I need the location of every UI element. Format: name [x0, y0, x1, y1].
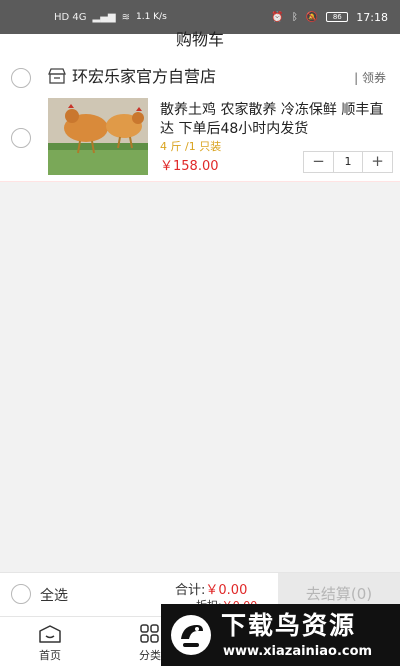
- mute-icon: 🔕: [305, 11, 319, 23]
- clock: 17:18: [356, 10, 388, 24]
- increase-button[interactable]: +: [363, 152, 392, 172]
- net-speed: 1.1 K/s: [135, 12, 167, 22]
- watermark-title: 下载鸟资源: [221, 611, 357, 640]
- home-icon: [39, 625, 61, 643]
- item-select-checkbox[interactable]: [11, 128, 31, 148]
- product-title[interactable]: 散养土鸡 农家散养 冷冻保鲜 顺丰直达 下单后48小时内发货: [160, 101, 392, 139]
- bluetooth-icon: ᛒ: [291, 11, 298, 23]
- store-section: 环宏乐家官方自营店 | 领券 散养土鸡 农家散养 冷冻保鲜 顺丰直达 下单后48…: [0, 60, 400, 182]
- signal-icon: ▂▄▆: [92, 11, 116, 23]
- store-icon: [48, 68, 66, 84]
- product-image[interactable]: [48, 98, 148, 175]
- page-title: 购物车: [175, 30, 224, 49]
- total-label: 合计:: [175, 583, 206, 598]
- product-spec: 4 斤 /1 只装: [160, 140, 222, 153]
- product-price: ￥158.00: [160, 159, 219, 174]
- watermark-url: www.xiazainiao.com: [223, 644, 373, 659]
- status-right: ⏰ ᛒ 🔕 86 17:18: [271, 11, 388, 24]
- select-all-checkbox[interactable]: [11, 584, 31, 604]
- quantity-input[interactable]: 1: [333, 152, 363, 172]
- store-select-checkbox[interactable]: [11, 68, 31, 88]
- total-amount: 合计:￥0.00: [175, 579, 247, 598]
- watermark-overlay: 下载鸟资源 www.xiazainiao.com: [161, 604, 400, 666]
- wifi-icon: ≋: [121, 11, 130, 23]
- tab-home-label: 首页: [39, 649, 61, 662]
- select-all-label[interactable]: 全选: [40, 585, 68, 605]
- coupon-label: 领券: [361, 71, 386, 85]
- page-header: 购物车: [0, 32, 400, 60]
- bird-logo-icon: [171, 615, 211, 655]
- store-name[interactable]: 环宏乐家官方自营店: [72, 67, 216, 87]
- coupon-link[interactable]: | 领券: [354, 69, 386, 86]
- quantity-stepper: − 1 +: [303, 151, 393, 173]
- network-label: HD 4G: [54, 11, 87, 23]
- category-icon: [140, 624, 159, 643]
- total-value: ￥0.00: [205, 583, 248, 598]
- status-bar: HD 4G ▂▄▆ ≋ 1.1 K/s ⏰ ᛒ 🔕 86 17:18: [0, 0, 400, 34]
- status-left: HD 4G ▂▄▆ ≋ 1.1 K/s: [54, 12, 167, 23]
- decrease-button[interactable]: −: [304, 152, 333, 172]
- alarm-icon: ⏰: [271, 11, 284, 23]
- tab-home[interactable]: 首页: [20, 621, 80, 663]
- battery-icon: 86: [326, 12, 349, 22]
